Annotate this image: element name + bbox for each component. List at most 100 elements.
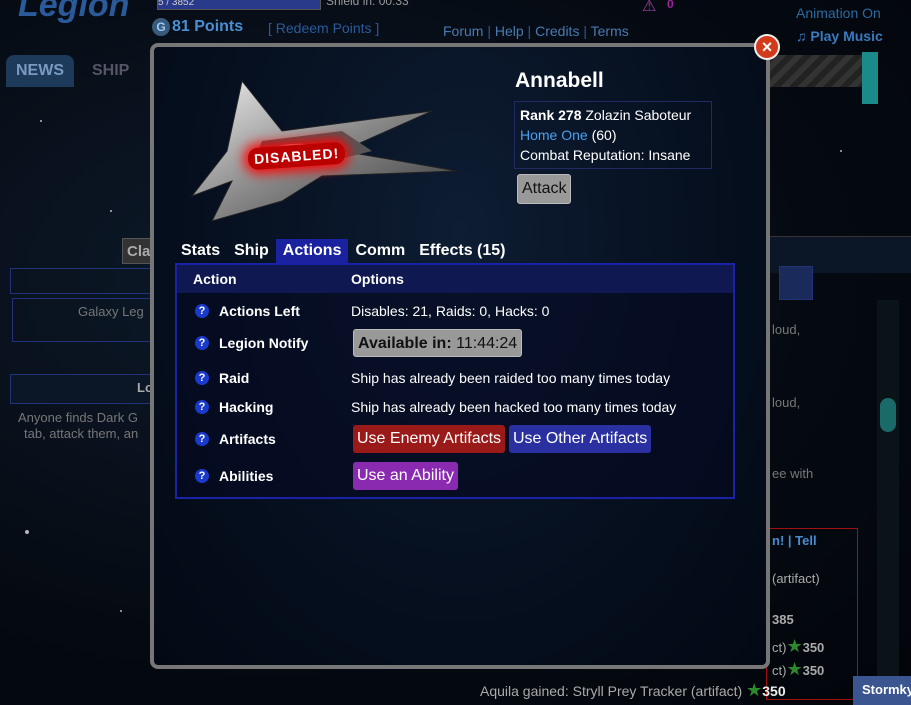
terms-link[interactable]: Terms: [591, 23, 629, 39]
xp-bar: 5 / 3852: [157, 0, 321, 10]
artifacts-options: Use Enemy Artifacts Use Other Artifacts: [353, 425, 652, 453]
score-350b: ct)★350: [772, 659, 824, 680]
tab-stats[interactable]: Stats: [174, 239, 227, 263]
credits-link[interactable]: Credits: [535, 23, 579, 39]
feed-line: Aquila gained: Stryll Prey Tracker (arti…: [480, 680, 786, 701]
row-abilities: ? Abilities Use an Ability: [177, 460, 733, 492]
hacking-value: Ship has already been hacked too many ti…: [351, 399, 677, 415]
home-line: Home One (60): [520, 125, 706, 145]
g-coin-icon: G: [152, 18, 170, 36]
use-other-artifacts-button[interactable]: Use Other Artifacts: [508, 425, 652, 453]
score-350a: ct)★350: [772, 636, 824, 657]
right-scrollbar[interactable]: [877, 300, 899, 680]
rank-line: Rank 278 Zolazin Saboteur: [520, 105, 706, 125]
tab-news[interactable]: NEWS: [6, 55, 74, 87]
help-icon[interactable]: ?: [195, 304, 209, 318]
actions-table-header: Action Options: [177, 265, 733, 293]
row-raid: ? Raid Ship has already been raided too …: [177, 368, 733, 388]
alert-triangle-icon[interactable]: ⚠: [642, 0, 656, 16]
xp-bar-text: 5 / 3852: [158, 0, 195, 8]
star-icon: ★: [786, 659, 803, 679]
hacking-label: Hacking: [219, 399, 274, 415]
play-music-link[interactable]: ♫ Play Music: [796, 28, 883, 44]
available-time: 11:44:24: [456, 335, 518, 352]
animation-toggle[interactable]: Animation On: [796, 5, 881, 21]
score-385-value: 385: [772, 612, 794, 627]
abilities-label: Abilities: [219, 468, 274, 484]
help-icon[interactable]: ?: [195, 371, 209, 385]
star-icon: ★: [786, 636, 803, 656]
abilities-options: Use an Ability: [353, 462, 458, 490]
lo-box: [10, 374, 152, 404]
raid-label: Raid: [219, 370, 250, 386]
actions-panel: Action Options ? Actions Left Disables: …: [175, 263, 735, 499]
anyone-text-line2: tab, attack them, an: [24, 426, 139, 441]
bookmark-flag-icon[interactable]: [862, 52, 878, 104]
points-display: G 81 Points: [152, 18, 243, 36]
help-icon[interactable]: ?: [195, 469, 209, 483]
top-links: Forum | Help | Credits | Terms: [443, 23, 629, 39]
shield-timer: Shield in: 00:33: [326, 0, 409, 8]
help-icon[interactable]: ?: [195, 336, 209, 350]
rank-label: Rank: [520, 107, 555, 123]
score-385: 385: [772, 612, 794, 627]
score-350a-prefix: ct): [772, 640, 787, 655]
points-value: 81 Points: [172, 18, 244, 35]
galaxy-legion-fragment: Galaxy Leg: [78, 304, 144, 319]
use-enemy-artifacts-button[interactable]: Use Enemy Artifacts: [353, 425, 506, 453]
modal-tabs: Stats Ship Actions Comm Effects (15): [174, 239, 513, 263]
col-options-header: Options: [351, 271, 404, 287]
home-link[interactable]: Home One: [520, 127, 588, 143]
app-logo[interactable]: Legion: [18, 0, 129, 25]
raid-value: Ship has already been raided too many ti…: [351, 370, 671, 386]
rank-value: 278: [558, 107, 582, 123]
legion-notify-label: Legion Notify: [219, 335, 309, 351]
tab-comm[interactable]: Comm: [348, 239, 412, 263]
tab-effects[interactable]: Effects (15): [412, 239, 512, 263]
use-ability-button[interactable]: Use an Ability: [353, 462, 458, 490]
row-legion-notify: ? Legion Notify Available in: 11:44:24: [177, 327, 733, 359]
player-modal: DISABLED! Annabell Rank 278 Zolazin Sabo…: [150, 43, 770, 669]
tab-ship[interactable]: SHIP: [82, 55, 139, 87]
player-info-box: Rank 278 Zolazin Saboteur Home One (60) …: [514, 101, 712, 169]
rank-title: Zolazin Saboteur: [585, 107, 692, 123]
right-fragment-2: loud,: [772, 395, 801, 410]
feed-text: Aquila gained: Stryll Prey Tracker (arti…: [480, 683, 743, 699]
alert-count: 0: [667, 0, 674, 11]
forum-link[interactable]: Forum: [443, 23, 483, 39]
star-icon: ★: [746, 680, 763, 700]
legion-notify-button[interactable]: Available in: 11:44:24: [353, 329, 523, 357]
score-350a-value: 350: [802, 640, 825, 655]
legion-notify-option: Available in: 11:44:24: [353, 329, 523, 357]
right-fragment-1: loud,: [772, 322, 801, 337]
tell-fragment[interactable]: n! | Tell: [772, 533, 817, 548]
right-fragment-3: ee with: [772, 466, 814, 481]
anyone-text-line1: Anyone finds Dark G: [18, 410, 138, 425]
right-icon-box[interactable]: [779, 266, 813, 300]
tab-ship[interactable]: Ship: [227, 239, 276, 263]
chat-user-tab[interactable]: Stormky: [853, 676, 911, 705]
artifact-fragment: (artifact): [772, 571, 820, 586]
available-label: Available in:: [358, 335, 452, 352]
row-actions-left: ? Actions Left Disables: 21, Raids: 0, H…: [177, 301, 733, 321]
galaxy-box-top: [10, 268, 152, 294]
scroll-thumb[interactable]: [880, 398, 896, 432]
help-icon[interactable]: ?: [195, 432, 209, 446]
feed-points: 350: [762, 683, 786, 699]
row-hacking: ? Hacking Ship has already been hacked t…: [177, 397, 733, 417]
help-link[interactable]: Help: [495, 23, 524, 39]
actions-left-value: Disables: 21, Raids: 0, Hacks: 0: [351, 303, 550, 319]
close-icon[interactable]: ×: [754, 34, 780, 60]
score-350b-prefix: ct): [772, 663, 787, 678]
score-350b-value: 350: [802, 663, 825, 678]
actions-left-label: Actions Left: [219, 303, 300, 319]
home-level: (60): [591, 127, 617, 143]
col-action-header: Action: [193, 271, 237, 287]
attack-button[interactable]: Attack: [517, 174, 572, 204]
artifacts-label: Artifacts: [219, 431, 276, 447]
help-icon[interactable]: ?: [195, 400, 209, 414]
redeem-link[interactable]: [ Redeem Points ]: [268, 20, 379, 36]
player-name: Annabell: [515, 69, 604, 92]
row-artifacts: ? Artifacts Use Enemy Artifacts Use Othe…: [177, 423, 733, 455]
tab-actions[interactable]: Actions: [275, 239, 349, 263]
